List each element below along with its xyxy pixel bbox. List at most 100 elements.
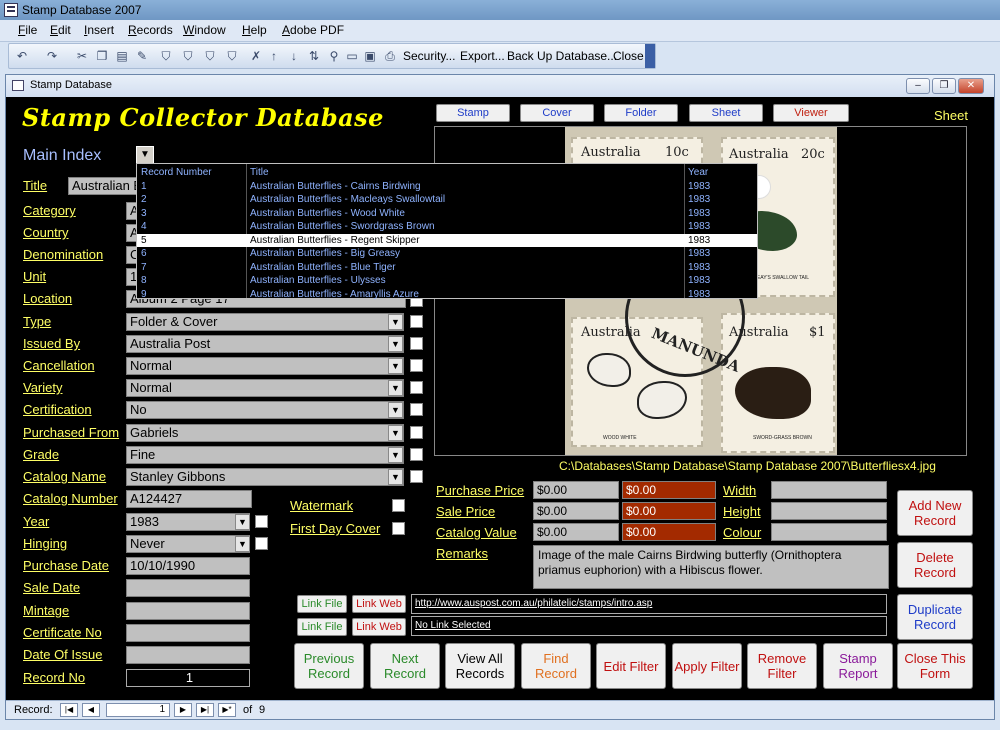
menu-insert[interactable]: Insert — [84, 23, 114, 37]
view-all-records-button[interactable]: View All Records — [445, 643, 515, 689]
purchased-from-field[interactable]: Gabriels — [126, 424, 404, 442]
tab-folder[interactable]: Folder — [604, 104, 678, 122]
grade-dropdown-button[interactable]: ▼ — [388, 447, 403, 463]
remove-filter-button[interactable]: Remove Filter — [747, 643, 817, 689]
purchased-from-dropdown-button[interactable]: ▼ — [388, 425, 403, 441]
dropdown-row[interactable]: 1 Australian Butterflies - Cairns Birdwi… — [137, 180, 757, 194]
link-file-button[interactable]: Link File — [297, 595, 347, 613]
type-checkbox[interactable] — [410, 315, 423, 328]
link-web-button-2[interactable]: Link Web — [352, 618, 406, 636]
main-index-dropdown-list[interactable]: Record Number Title Year 1 Australian Bu… — [136, 163, 758, 302]
cancellation-checkbox[interactable] — [410, 359, 423, 372]
hinging-field[interactable]: Never — [126, 535, 250, 553]
catalog-name-checkbox[interactable] — [410, 470, 423, 483]
certification-field[interactable]: No — [126, 401, 404, 419]
dropdown-row[interactable]: 7 Australian Butterflies - Blue Tiger 19… — [137, 261, 757, 275]
tab-viewer[interactable]: Viewer — [773, 104, 849, 122]
grade-field[interactable]: Fine — [126, 446, 404, 464]
print-preview-icon[interactable]: ▣ — [363, 49, 377, 63]
date-of-issue-field[interactable] — [126, 646, 250, 664]
cut-icon[interactable]: ✂ — [75, 49, 89, 63]
apply-filter-button[interactable]: Apply Filter — [672, 643, 742, 689]
cancellation-field[interactable]: Normal — [126, 357, 404, 375]
menu-window[interactable]: Window — [183, 23, 226, 37]
sort-descending-icon[interactable]: ↓ — [287, 49, 301, 63]
paste-icon[interactable]: ▤ — [115, 49, 129, 63]
purchase-price-field[interactable]: $0.00 — [533, 481, 619, 499]
previous-record-button[interactable]: Previous Record — [294, 643, 364, 689]
issued-by-dropdown-button[interactable]: ▼ — [388, 336, 403, 352]
colour-field[interactable] — [771, 523, 887, 541]
duplicate-record-button[interactable]: Duplicate Record — [897, 594, 973, 640]
main-index-dropdown-button[interactable]: ▼ — [136, 146, 154, 164]
menu-help[interactable]: Help — [242, 23, 267, 37]
security-button[interactable]: Security... — [403, 49, 455, 63]
mintage-field[interactable] — [126, 602, 250, 620]
filter-form-icon[interactable]: ⛉ — [181, 49, 195, 63]
purchased-from-checkbox[interactable] — [410, 426, 423, 439]
web-link-field[interactable]: http://www.auspost.com.au/philatelic/sta… — [411, 594, 887, 614]
new-record-icon[interactable]: ▭ — [345, 49, 359, 63]
issued-by-checkbox[interactable] — [410, 337, 423, 350]
stamp-report-button[interactable]: Stamp Report — [823, 643, 893, 689]
current-record-input[interactable]: 1 — [106, 703, 170, 717]
type-field[interactable]: Folder & Cover — [126, 313, 404, 331]
previous-record-icon[interactable]: ◀ — [82, 703, 100, 717]
catalog-name-dropdown-button[interactable]: ▼ — [388, 469, 403, 485]
restore-button[interactable]: ❐ — [932, 78, 956, 94]
dropdown-row[interactable]: 9 Australian Butterflies - Amaryllis Azu… — [137, 288, 757, 302]
sort-ascending-icon[interactable]: ↑ — [267, 49, 281, 63]
type-dropdown-button[interactable]: ▼ — [388, 314, 403, 330]
dropdown-row[interactable]: 2 Australian Butterflies - Macleays Swal… — [137, 193, 757, 207]
next-record-button[interactable]: Next Record — [370, 643, 440, 689]
first-record-icon[interactable]: |◀ — [60, 703, 78, 717]
dropdown-row[interactable]: 4 Australian Butterflies - Swordgrass Br… — [137, 220, 757, 234]
menu-file[interactable]: File — [18, 23, 37, 37]
minimize-button[interactable]: – — [906, 78, 930, 94]
last-record-icon[interactable]: ▶| — [196, 703, 214, 717]
print-icon[interactable]: ⎙ — [383, 49, 397, 63]
file-link-field[interactable]: No Link Selected — [411, 616, 887, 636]
width-field[interactable] — [771, 481, 887, 499]
remove-filter-icon[interactable]: ⛉ — [225, 49, 239, 63]
year-field[interactable]: 1983 — [126, 513, 250, 531]
remarks-field[interactable]: Image of the male Cairns Birdwing butter… — [533, 545, 889, 589]
variety-field[interactable]: Normal — [126, 379, 404, 397]
watermark-checkbox[interactable] — [392, 499, 405, 512]
edit-filter-button[interactable]: Edit Filter — [596, 643, 666, 689]
certificate-no-field[interactable] — [126, 624, 250, 642]
sale-date-field[interactable] — [126, 579, 250, 597]
export-button[interactable]: Export... — [460, 49, 505, 63]
issued-by-field[interactable]: Australia Post — [126, 335, 404, 353]
hinging-checkbox[interactable] — [255, 537, 268, 550]
toggle-filter-icon[interactable]: ⛉ — [203, 49, 217, 63]
purchase-date-field[interactable]: 10/10/1990 — [126, 557, 250, 575]
year-dropdown-button[interactable]: ▼ — [235, 514, 250, 530]
sale-price-field[interactable]: $0.00 — [533, 502, 619, 520]
menu-records[interactable]: Records — [128, 23, 173, 37]
sort-icon[interactable]: ⇅ — [307, 49, 321, 63]
first-day-cover-checkbox[interactable] — [392, 522, 405, 535]
link-web-button[interactable]: Link Web — [352, 595, 406, 613]
tab-cover[interactable]: Cover — [520, 104, 594, 122]
toolbar-overflow-button[interactable] — [645, 44, 655, 68]
close-form-button[interactable]: Close This Form — [897, 643, 973, 689]
next-record-icon[interactable]: ▶ — [174, 703, 192, 717]
certification-checkbox[interactable] — [410, 403, 423, 416]
variety-checkbox[interactable] — [410, 381, 423, 394]
grade-checkbox[interactable] — [410, 448, 423, 461]
dropdown-row[interactable]: 8 Australian Butterflies - Ulysses 1983 — [137, 274, 757, 288]
catalog-value-field[interactable]: $0.00 — [533, 523, 619, 541]
menu-adobe-pdf[interactable]: Adobe PDF — [282, 23, 344, 37]
clear-icon[interactable]: ✗ — [249, 49, 263, 63]
year-checkbox[interactable] — [255, 515, 268, 528]
close-toolbar-button[interactable]: Close — [613, 49, 644, 63]
filter-selection-icon[interactable]: ⛉ — [159, 49, 173, 63]
add-new-record-button[interactable]: Add New Record — [897, 490, 973, 536]
close-window-button[interactable]: ✕ — [958, 78, 984, 94]
dropdown-row-selected[interactable]: 5 Australian Butterflies - Regent Skippe… — [137, 233, 757, 247]
find-icon[interactable]: ⚲ — [327, 49, 341, 63]
delete-record-button[interactable]: Delete Record — [897, 542, 973, 588]
tab-stamp[interactable]: Stamp — [436, 104, 510, 122]
height-field[interactable] — [771, 502, 887, 520]
